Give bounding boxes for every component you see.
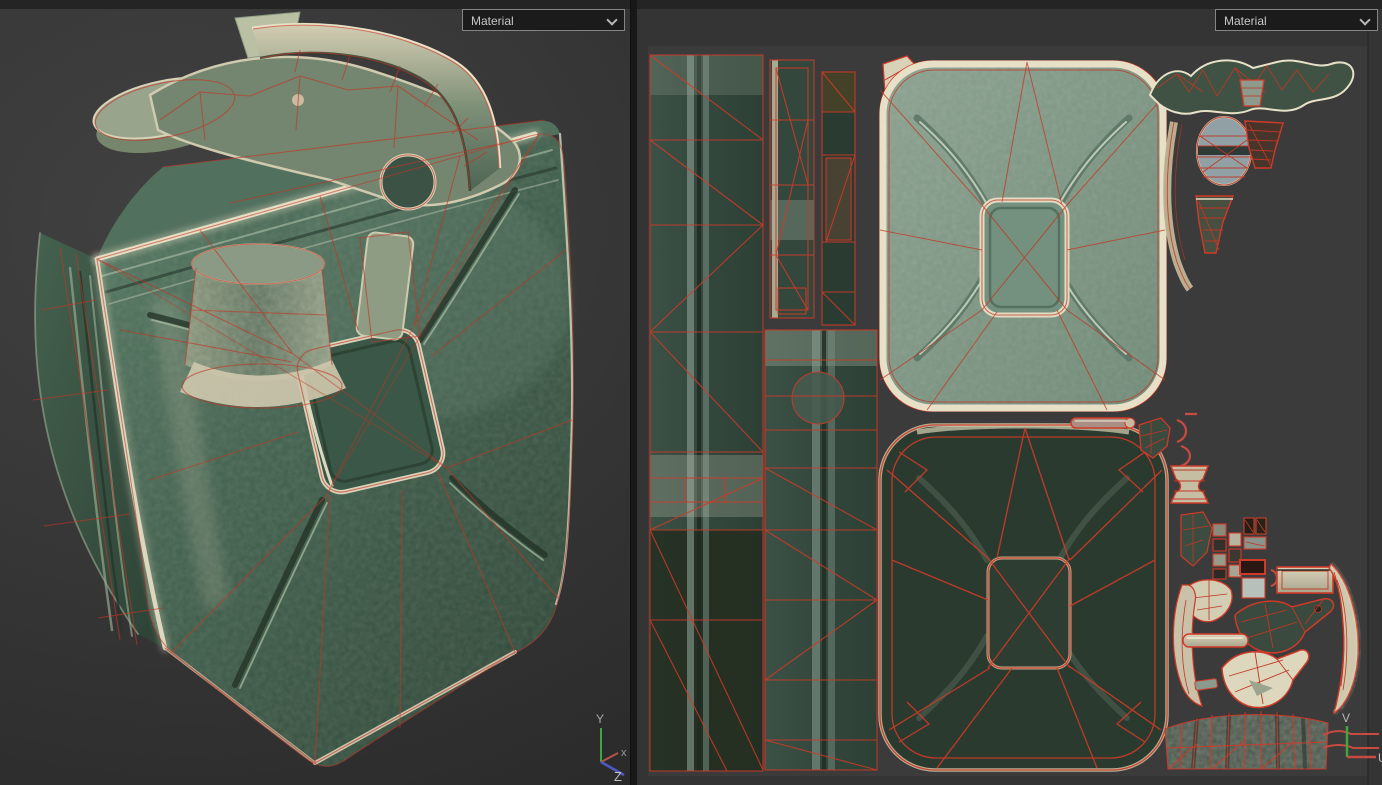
- chevron-down-icon: [1361, 16, 1369, 24]
- axis-v-label: V: [1342, 711, 1350, 725]
- uv-island-pin-rod[interactable]: [1182, 633, 1249, 648]
- dropdown-value: Material: [471, 14, 514, 28]
- dropdown-value: Material: [1224, 14, 1267, 28]
- axis-gizmo-3d[interactable]: Y x Z: [596, 712, 627, 784]
- 3d-application-window: { "panels": { "left": { "label": "3d-mod…: [0, 0, 1382, 785]
- 3d-scene-canvas[interactable]: Y x Z: [0, 0, 630, 785]
- jerry-can-model[interactable]: [32, 11, 574, 767]
- axis-y-label: Y: [596, 712, 604, 726]
- axis-x-label: x: [621, 747, 627, 759]
- uv-island-bottom-strip[interactable]: [764, 329, 878, 771]
- panel-top-strip: [637, 0, 1382, 9]
- uv-island-side-strip[interactable]: [649, 54, 764, 772]
- uv-island-face-front[interactable]: [879, 60, 1167, 412]
- uv-island-hinge-rod[interactable]: [1070, 417, 1136, 429]
- viewport-uv-editor[interactable]: V U Material: [637, 0, 1382, 785]
- uv-island-face-back[interactable]: [878, 423, 1169, 772]
- material-mode-dropdown[interactable]: Material: [462, 9, 625, 31]
- uv-island-weld-strip-2[interactable]: [821, 71, 856, 326]
- chevron-down-icon: [608, 16, 616, 24]
- material-mode-dropdown[interactable]: Material: [1215, 9, 1378, 31]
- uv-island-weld-strip-1[interactable]: [769, 59, 815, 319]
- uv-island-cap-top[interactable]: [1196, 116, 1252, 186]
- axis-z-label: Z: [614, 769, 622, 784]
- viewport-3d[interactable]: Y x Z Material: [0, 0, 630, 785]
- axis-u-label: U: [1378, 751, 1382, 765]
- uv-canvas[interactable]: V U: [637, 0, 1382, 785]
- uv-island-handle-cap[interactable]: [1239, 79, 1265, 107]
- panel-top-strip: [0, 0, 630, 9]
